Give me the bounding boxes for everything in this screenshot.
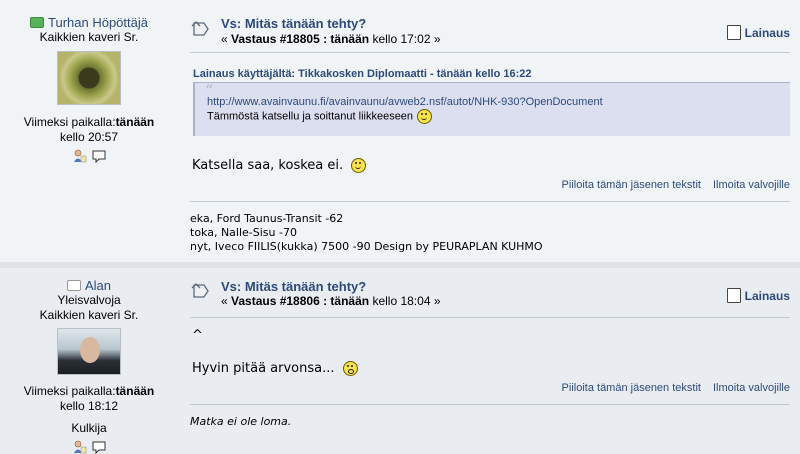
quote-link[interactable]: http://www.avainvaunu.fi/avainvaunu/avwe…: [207, 95, 780, 109]
signature: eka, Ford Taunus-Transit -62 toka, Nalle…: [190, 201, 790, 254]
quote-text: Tämmöstä katsellu ja soittanut liikkeese…: [207, 110, 414, 123]
reply-prefix: «: [221, 294, 232, 308]
online-status-icon: [30, 17, 44, 29]
signature-line: nyt, Iveco FIILIS(kukka) 7500 -90 Design…: [190, 240, 543, 253]
reply-time: kello 17:02 »: [369, 32, 441, 46]
smiley-shocked-icon: [342, 361, 358, 376]
last-seen-day: tänään: [115, 384, 155, 398]
quote-icon: [726, 288, 741, 303]
reply-info: « Vastaus #18806 : tänään kello 18:04 »: [221, 294, 441, 308]
post-subject[interactable]: Vs: Mitäs tänään tehty?: [221, 16, 366, 31]
smiley-icon: [417, 109, 433, 124]
poster-icons: [0, 149, 178, 163]
avatar[interactable]: [57, 51, 121, 105]
message-icon[interactable]: [92, 440, 106, 454]
last-seen: Viimeksi paikalla:tänään: [0, 115, 178, 130]
forum-post: Turhan Höpöttäjä Kaikkien kaveri Sr. Vii…: [0, 0, 800, 268]
poster-name[interactable]: Alan: [0, 278, 178, 293]
quote-header[interactable]: Lainaus käyttäjältä: Tikkakosken Diploma…: [193, 68, 790, 83]
avatar[interactable]: [57, 328, 121, 375]
poster-name-text[interactable]: Alan: [85, 278, 111, 293]
post-body: Katsella saa, koskea ei.: [192, 158, 367, 173]
post-body-line: ^: [192, 328, 203, 343]
poster-rank: Kaikkien kaveri Sr.: [39, 30, 139, 44]
post-icon: [191, 21, 209, 36]
message-icon[interactable]: [92, 149, 106, 163]
post-header: Vs: Mitäs tänään tehty? « Vastaus #18806…: [190, 268, 790, 318]
signature-line: Matka ei ole loma.: [190, 415, 292, 428]
profile-icon[interactable]: [73, 440, 87, 454]
poster-info: Turhan Höpöttäjä Kaikkien kaveri Sr. Vii…: [0, 0, 178, 163]
quote-button-label[interactable]: Lainaus: [745, 289, 790, 303]
report-link[interactable]: Ilmoita valvojille: [713, 179, 790, 191]
post-header: Vs: Mitäs tänään tehty? « Vastaus #18805…: [190, 0, 790, 53]
forum-post: Alan Yleisvalvoja Kaikkien kaveri Sr. Vi…: [0, 268, 800, 454]
last-seen: Viimeksi paikalla:tänään: [0, 384, 178, 399]
quote-text-row: Tämmöstä katsellu ja soittanut liikkeese…: [207, 109, 780, 124]
reply-time: kello 18:04 »: [369, 294, 441, 308]
quote-button-label[interactable]: Lainaus: [745, 26, 790, 40]
poster-info: Alan Yleisvalvoja Kaikkien kaveri Sr. Vi…: [0, 268, 178, 454]
quote-mark-icon: “: [205, 81, 214, 100]
last-seen-day: tänään: [115, 115, 155, 129]
quote-icon: [726, 25, 741, 40]
reply-number[interactable]: Vastaus #18805 : tänään: [231, 32, 369, 46]
report-link[interactable]: Ilmoita valvojille: [713, 382, 790, 394]
post-body: Hyvin pitää arvonsa...: [192, 361, 358, 376]
quote-button[interactable]: Lainaus: [726, 25, 790, 40]
last-seen-label: Viimeksi paikalla:: [23, 115, 116, 129]
profile-icon[interactable]: [73, 149, 87, 163]
post-actions: Piiloita tämän jäsenen tekstit Ilmoita v…: [562, 382, 790, 394]
post-actions: Piiloita tämän jäsenen tekstit Ilmoita v…: [562, 179, 790, 191]
signature-line: eka, Ford Taunus-Transit -62: [190, 212, 344, 225]
reply-prefix: «: [221, 32, 232, 46]
post-body-text: Hyvin pitää arvonsa...: [192, 361, 335, 376]
poster-location: Kulkija: [71, 421, 107, 435]
signature: Matka ei ole loma.: [190, 404, 790, 429]
post-content: Vs: Mitäs tänään tehty? « Vastaus #18806…: [190, 268, 790, 428]
reply-info: « Vastaus #18805 : tänään kello 17:02 »: [221, 32, 441, 46]
offline-status-icon: [66, 280, 81, 292]
signature-line: toka, Nalle-Sisu -70: [190, 226, 297, 239]
poster-icons: [0, 440, 178, 454]
last-seen-time: kello 20:57: [59, 130, 119, 144]
post-content: Vs: Mitäs tänään tehty? « Vastaus #18805…: [190, 0, 790, 253]
poster-name-text[interactable]: Turhan Höpöttäjä: [48, 15, 148, 30]
hide-member-link[interactable]: Piiloita tämän jäsenen tekstit: [562, 382, 701, 394]
post-body-text: Katsella saa, koskea ei.: [192, 158, 344, 173]
poster-role: Yleisvalvoja: [57, 293, 121, 307]
poster-rank: Kaikkien kaveri Sr.: [39, 308, 139, 322]
quote-button[interactable]: Lainaus: [726, 288, 790, 303]
reply-number[interactable]: Vastaus #18806 : tänään: [231, 294, 369, 308]
quote-body: “ http://www.avainvaunu.fi/avainvaunu/av…: [193, 83, 790, 136]
post-icon: [191, 283, 209, 298]
smiley-icon: [351, 158, 367, 173]
last-seen-time: kello 18:12: [59, 399, 119, 413]
hide-member-link[interactable]: Piiloita tämän jäsenen tekstit: [562, 179, 701, 191]
poster-name[interactable]: Turhan Höpöttäjä: [0, 15, 178, 30]
post-subject[interactable]: Vs: Mitäs tänään tehty?: [221, 279, 366, 294]
last-seen-label: Viimeksi paikalla:: [23, 384, 116, 398]
